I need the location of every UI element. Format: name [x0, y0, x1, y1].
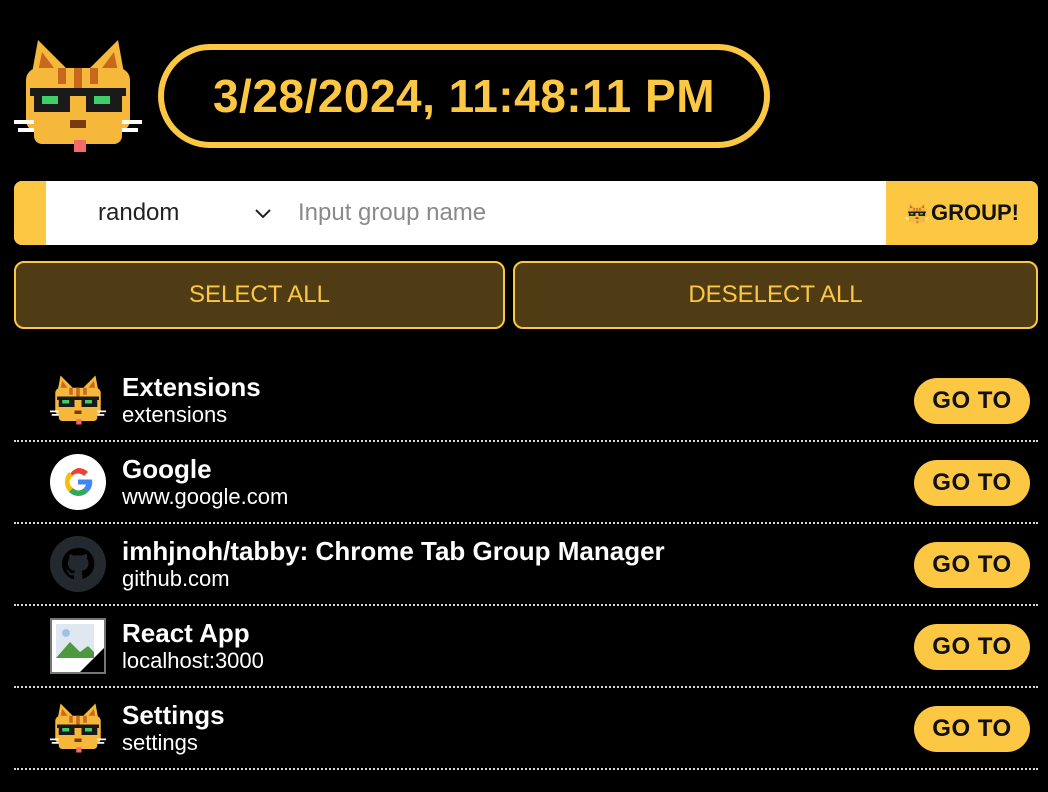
- cat-icon: [50, 372, 106, 428]
- tab-title: Extensions: [122, 372, 261, 402]
- tab-title: React App: [122, 618, 250, 648]
- tab-row[interactable]: Settings settings GO TO: [14, 688, 1038, 770]
- group-color-select[interactable]: random: [46, 181, 298, 245]
- broken-image-icon: [50, 618, 106, 674]
- tab-url: www.google.com: [122, 484, 289, 509]
- go-to-button[interactable]: GO TO: [914, 706, 1030, 752]
- tab-title: Google: [122, 454, 212, 484]
- group-bar-accent: [14, 181, 46, 245]
- datetime-display: 3/28/2024, 11:48:11 PM: [158, 44, 770, 148]
- tab-row[interactable]: React App localhost:3000 GO TO: [14, 606, 1038, 688]
- cat-logo-icon: [14, 36, 142, 156]
- group-bar: random GROUP!: [14, 181, 1038, 245]
- group-name-input[interactable]: [298, 181, 886, 245]
- google-icon: [50, 454, 106, 510]
- tab-row[interactable]: imhjnoh/tabby: Chrome Tab Group Manager …: [14, 524, 1038, 606]
- tab-row[interactable]: Extensions extensions GO TO: [14, 360, 1038, 442]
- tab-url: github.com: [122, 566, 230, 591]
- cat-icon: [50, 700, 106, 756]
- group-button[interactable]: GROUP!: [886, 181, 1038, 245]
- go-to-button[interactable]: GO TO: [914, 378, 1030, 424]
- group-button-label: GROUP!: [931, 200, 1019, 225]
- go-to-button[interactable]: GO TO: [914, 624, 1030, 670]
- tab-title: Settings: [122, 700, 225, 730]
- go-to-button[interactable]: GO TO: [914, 460, 1030, 506]
- tab-title: imhjnoh/tabby: Chrome Tab Group Manager: [122, 536, 665, 566]
- cat-icon: [905, 202, 929, 224]
- chevron-down-icon: [255, 209, 271, 219]
- group-color-value: random: [98, 199, 180, 226]
- tab-list: Extensions extensions GO TO Google www.g…: [14, 360, 1038, 770]
- select-all-button[interactable]: SELECT ALL: [14, 261, 505, 329]
- github-icon: [50, 536, 106, 592]
- go-to-button[interactable]: GO TO: [914, 542, 1030, 588]
- selection-buttons: SELECT ALL DESELECT ALL: [14, 261, 1038, 329]
- tab-url: settings: [122, 730, 198, 755]
- tab-row[interactable]: Google www.google.com GO TO: [14, 442, 1038, 524]
- tab-url: localhost:3000: [122, 648, 264, 673]
- tab-url: extensions: [122, 402, 228, 427]
- header: 3/28/2024, 11:48:11 PM: [14, 36, 770, 156]
- deselect-all-button[interactable]: DESELECT ALL: [513, 261, 1038, 329]
- tabby-popup: 3/28/2024, 11:48:11 PM random GROUP! SEL…: [0, 0, 1048, 792]
